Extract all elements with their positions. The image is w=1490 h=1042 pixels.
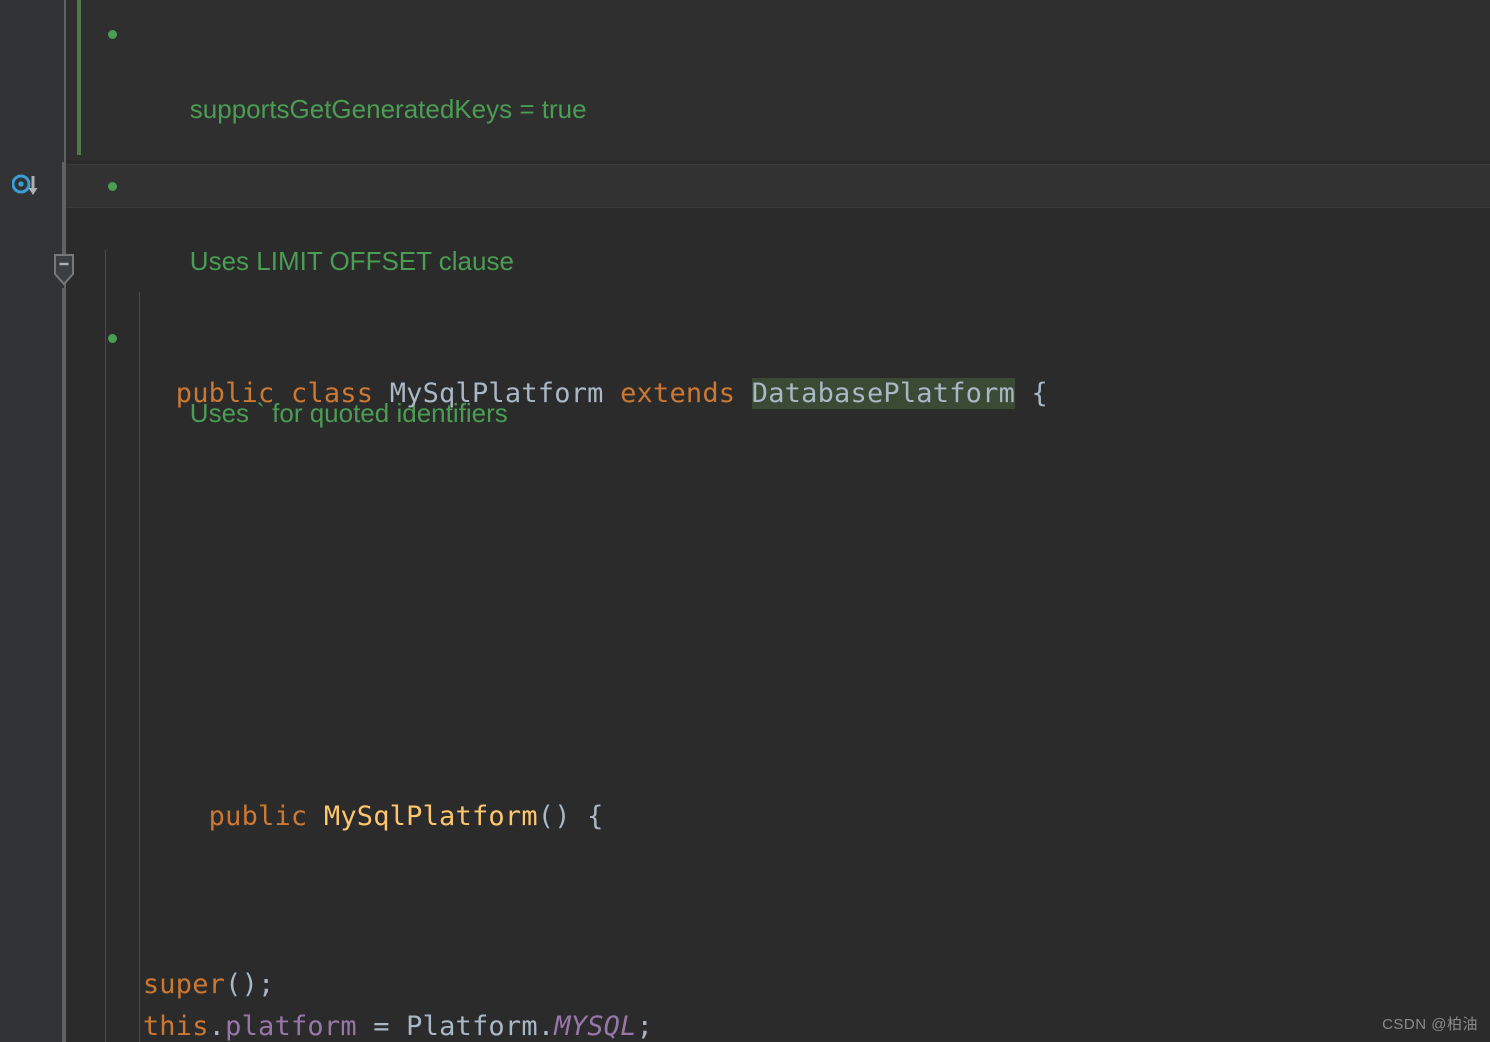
superclass-name[interactable]: DatabasePlatform (751, 378, 1016, 409)
keyword-class: class (290, 378, 374, 409)
implemented-method-icon[interactable] (11, 174, 42, 202)
code-token-punc: = (356, 1011, 407, 1042)
code-token-cls: Platform (406, 1011, 538, 1042)
code-editor[interactable]: supportsGetGeneratedKeys = true Uses LIM… (0, 0, 1490, 1042)
constructor-params: () (537, 801, 571, 832)
rendered-javadoc-block[interactable]: supportsGetGeneratedKeys = true Uses LIM… (66, 0, 1490, 428)
code-text-area[interactable]: public class MySqlPlatform extends Datab… (66, 160, 1490, 1042)
code-token-fld: platform (225, 1011, 357, 1042)
editor-gutter[interactable] (0, 0, 64, 1042)
code-token-punc: (); (225, 969, 275, 1000)
open-brace: { (587, 801, 604, 832)
csdn-watermark: CSDN @柏油 (1382, 1016, 1478, 1033)
code-token-punc: . (208, 1011, 226, 1042)
keyword-extends: extends (620, 378, 736, 409)
constructor-name: MySqlPlatform (323, 801, 538, 832)
fold-region-line-top (62, 162, 64, 258)
bullet-icon (108, 30, 117, 39)
code-token-punc: ; (636, 1011, 654, 1042)
code-line-statement[interactable]: super(); (66, 964, 1490, 1006)
javadoc-bullet-text: supportsGetGeneratedKeys = true (189, 94, 587, 124)
fold-region-line-bottom (62, 288, 64, 1042)
code-statement-list[interactable]: super(); this.platform = Platform.MYSQL;… (66, 964, 1490, 1042)
class-name: MySqlPlatform (389, 378, 604, 409)
open-brace: { (1031, 378, 1048, 409)
keyword-public: public (208, 801, 308, 832)
javadoc-accent-bar (77, 0, 81, 155)
code-token-fld-i: MYSQL (554, 1011, 637, 1042)
code-line-class-declaration[interactable]: public class MySqlPlatform extends Datab… (66, 328, 1490, 409)
code-line-constructor-declaration[interactable]: public MySqlPlatform() { (66, 754, 1490, 832)
code-token-punc: . (537, 1011, 555, 1042)
code-token-kw: super (142, 969, 226, 1000)
code-line-statement[interactable]: this.platform = Platform.MYSQL; (66, 1006, 1490, 1042)
javadoc-bullet-item: supportsGetGeneratedKeys = true (104, 14, 587, 166)
code-token-kw: this (142, 1011, 209, 1042)
keyword-public: public (175, 378, 275, 409)
